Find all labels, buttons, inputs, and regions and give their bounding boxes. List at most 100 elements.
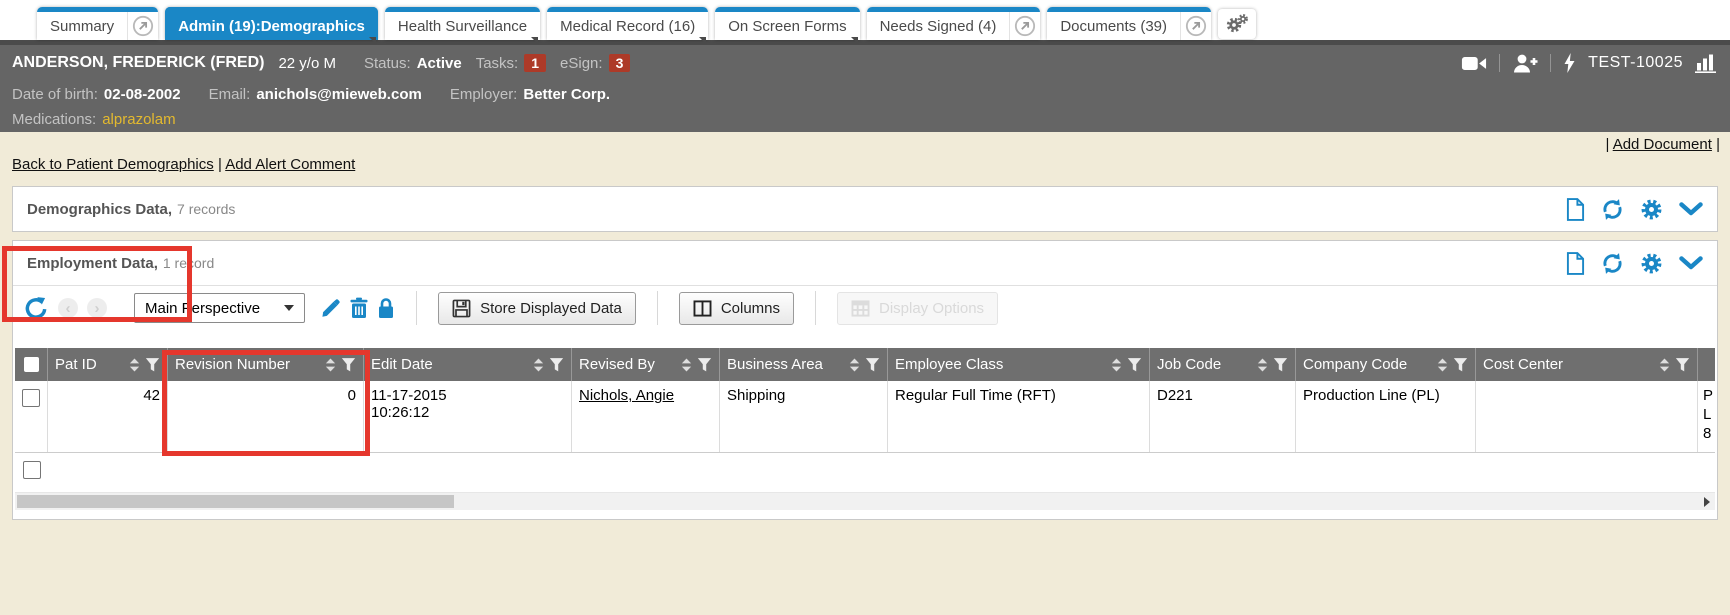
column-header-cost-center[interactable]: Cost Center	[1475, 348, 1697, 381]
scrollbar-thumb[interactable]	[17, 495, 454, 508]
patient-dob: Date of birth: 02-08-2002	[12, 86, 181, 103]
column-header-revision-number[interactable]: Revision Number	[167, 348, 363, 381]
perspective-select[interactable]: Main Perspective	[134, 293, 305, 323]
grid-icon	[851, 300, 870, 317]
filter-icon[interactable]	[549, 357, 564, 372]
filter-icon[interactable]	[865, 357, 880, 372]
next-perspective-icon[interactable]: ›	[87, 298, 107, 318]
tasks-count-badge[interactable]: 1	[524, 54, 546, 72]
lock-icon[interactable]	[377, 297, 395, 319]
select-caret-icon	[284, 305, 294, 311]
filter-icon[interactable]	[1453, 357, 1468, 372]
add-alert-comment-link[interactable]: Add Alert Comment	[225, 156, 355, 173]
bar-chart-icon[interactable]	[1695, 53, 1718, 73]
tab-on-screen-forms[interactable]: On Screen Forms	[715, 7, 859, 40]
station-id: TEST-10025	[1588, 54, 1683, 72]
scrollbar-right-arrow-icon[interactable]	[1704, 497, 1710, 507]
gear-icon[interactable]	[1640, 198, 1663, 221]
tab-accent-bar	[385, 7, 540, 12]
row-checkbox-cell	[15, 381, 47, 452]
row-checkbox[interactable]	[22, 389, 40, 407]
employment-grid: Pat ID Revision Number Edit Date	[15, 348, 1715, 487]
webchart-app: Summary Admin (19):Demographics Health S…	[0, 0, 1730, 615]
button-label: Columns	[721, 300, 780, 317]
column-header-business-area[interactable]: Business Area	[719, 348, 887, 381]
sort-icon[interactable]	[532, 357, 545, 373]
select-all-checkbox[interactable]	[15, 348, 47, 381]
column-header-employee-class[interactable]: Employee Class	[887, 348, 1149, 381]
horizontal-scrollbar[interactable]	[15, 492, 1715, 510]
tab-accent-bar	[547, 7, 708, 12]
status-value: Active	[417, 55, 462, 72]
column-header-revised-by[interactable]: Revised By	[571, 348, 719, 381]
display-options-button: Display Options	[837, 292, 998, 325]
document-icon[interactable]	[1566, 198, 1585, 221]
patient-medications-row: Medications: alprazolam	[12, 107, 1718, 131]
column-label: Pat ID	[55, 356, 124, 373]
columns-button[interactable]: Columns	[679, 292, 794, 325]
column-header-pat-id[interactable]: Pat ID	[47, 348, 167, 381]
column-header-company-code[interactable]: Company Code	[1295, 348, 1475, 381]
panel-title: Demographics Data,	[27, 201, 172, 218]
sort-icon[interactable]	[1436, 357, 1449, 373]
tab-menu-fold-icon	[851, 37, 858, 44]
chevron-down-icon[interactable]	[1679, 256, 1703, 270]
add-document-link[interactable]: Add Document	[1613, 136, 1712, 153]
email-value: anichols@mieweb.com	[256, 86, 422, 103]
medications-label: Medications:	[12, 111, 96, 128]
tab-summary[interactable]: Summary	[37, 7, 158, 40]
esign-count-badge[interactable]: 3	[609, 54, 631, 72]
columns-icon	[693, 300, 712, 317]
filter-icon[interactable]	[697, 357, 712, 372]
store-displayed-data-button[interactable]: Store Displayed Data	[438, 292, 636, 325]
medication-alprazolam[interactable]: alprazolam	[102, 111, 175, 128]
cogs-icon	[1225, 13, 1249, 35]
demographics-data-panel: Demographics Data, 7 records	[12, 186, 1718, 232]
panel-actions	[1566, 198, 1703, 221]
sort-icon[interactable]	[680, 357, 693, 373]
sort-icon[interactable]	[1658, 357, 1671, 373]
column-header-job-code[interactable]: Job Code	[1149, 348, 1295, 381]
tab-bar: Summary Admin (19):Demographics Health S…	[0, 0, 1730, 40]
row-checkbox[interactable]	[23, 461, 41, 479]
gear-icon[interactable]	[1640, 252, 1663, 275]
tab-settings-button[interactable]	[1218, 9, 1256, 39]
sort-icon[interactable]	[1110, 357, 1123, 373]
patient-header: ANDERSON, FREDERICK (FRED) 22 y/o M Stat…	[0, 40, 1730, 132]
filter-icon[interactable]	[1127, 357, 1142, 372]
refresh-icon[interactable]	[1601, 252, 1624, 275]
filter-icon[interactable]	[1675, 357, 1690, 372]
tab-needs-signed[interactable]: Needs Signed (4)	[867, 7, 1041, 40]
sort-icon[interactable]	[128, 357, 141, 373]
patient-employer: Employer: Better Corp.	[450, 86, 610, 103]
edit-date: 11-17-2015	[371, 387, 564, 404]
tab-documents[interactable]: Documents (39)	[1047, 7, 1211, 40]
refresh-icon[interactable]	[1601, 198, 1624, 221]
filter-icon[interactable]	[145, 357, 160, 372]
video-camera-icon[interactable]	[1461, 55, 1487, 72]
patient-esign: eSign: 3	[560, 54, 630, 72]
tab-health-surveillance[interactable]: Health Surveillance	[385, 7, 540, 40]
back-to-patient-demographics-link[interactable]: Back to Patient Demographics	[12, 156, 214, 173]
delete-trash-icon[interactable]	[350, 297, 368, 319]
lightning-bolt-icon[interactable]	[1563, 53, 1576, 73]
column-header-clipped	[1697, 348, 1715, 381]
document-icon[interactable]	[1566, 252, 1585, 275]
chevron-down-icon[interactable]	[1679, 202, 1703, 216]
sort-icon[interactable]	[324, 357, 337, 373]
add-person-icon[interactable]	[1512, 53, 1538, 73]
edit-pencil-icon[interactable]	[320, 298, 341, 319]
sort-icon[interactable]	[1256, 357, 1269, 373]
edit-time: 10:26:12	[371, 404, 564, 421]
prev-perspective-icon[interactable]: ‹	[58, 298, 78, 318]
filter-icon[interactable]	[1273, 357, 1288, 372]
tab-admin-demographics[interactable]: Admin (19):Demographics	[165, 7, 378, 40]
revised-by-link[interactable]: Nichols, Angie	[579, 387, 674, 404]
undo-icon[interactable]	[23, 295, 49, 321]
table-row[interactable]: 42 0 11-17-2015 10:26:12 Nichols, Angie …	[15, 381, 1715, 453]
column-header-edit-date[interactable]: Edit Date	[363, 348, 571, 381]
tab-medical-record[interactable]: Medical Record (16)	[547, 7, 708, 40]
sort-icon[interactable]	[848, 357, 861, 373]
filter-icon[interactable]	[341, 357, 356, 372]
cell-clipped-overflow: P L 8	[1697, 381, 1715, 452]
